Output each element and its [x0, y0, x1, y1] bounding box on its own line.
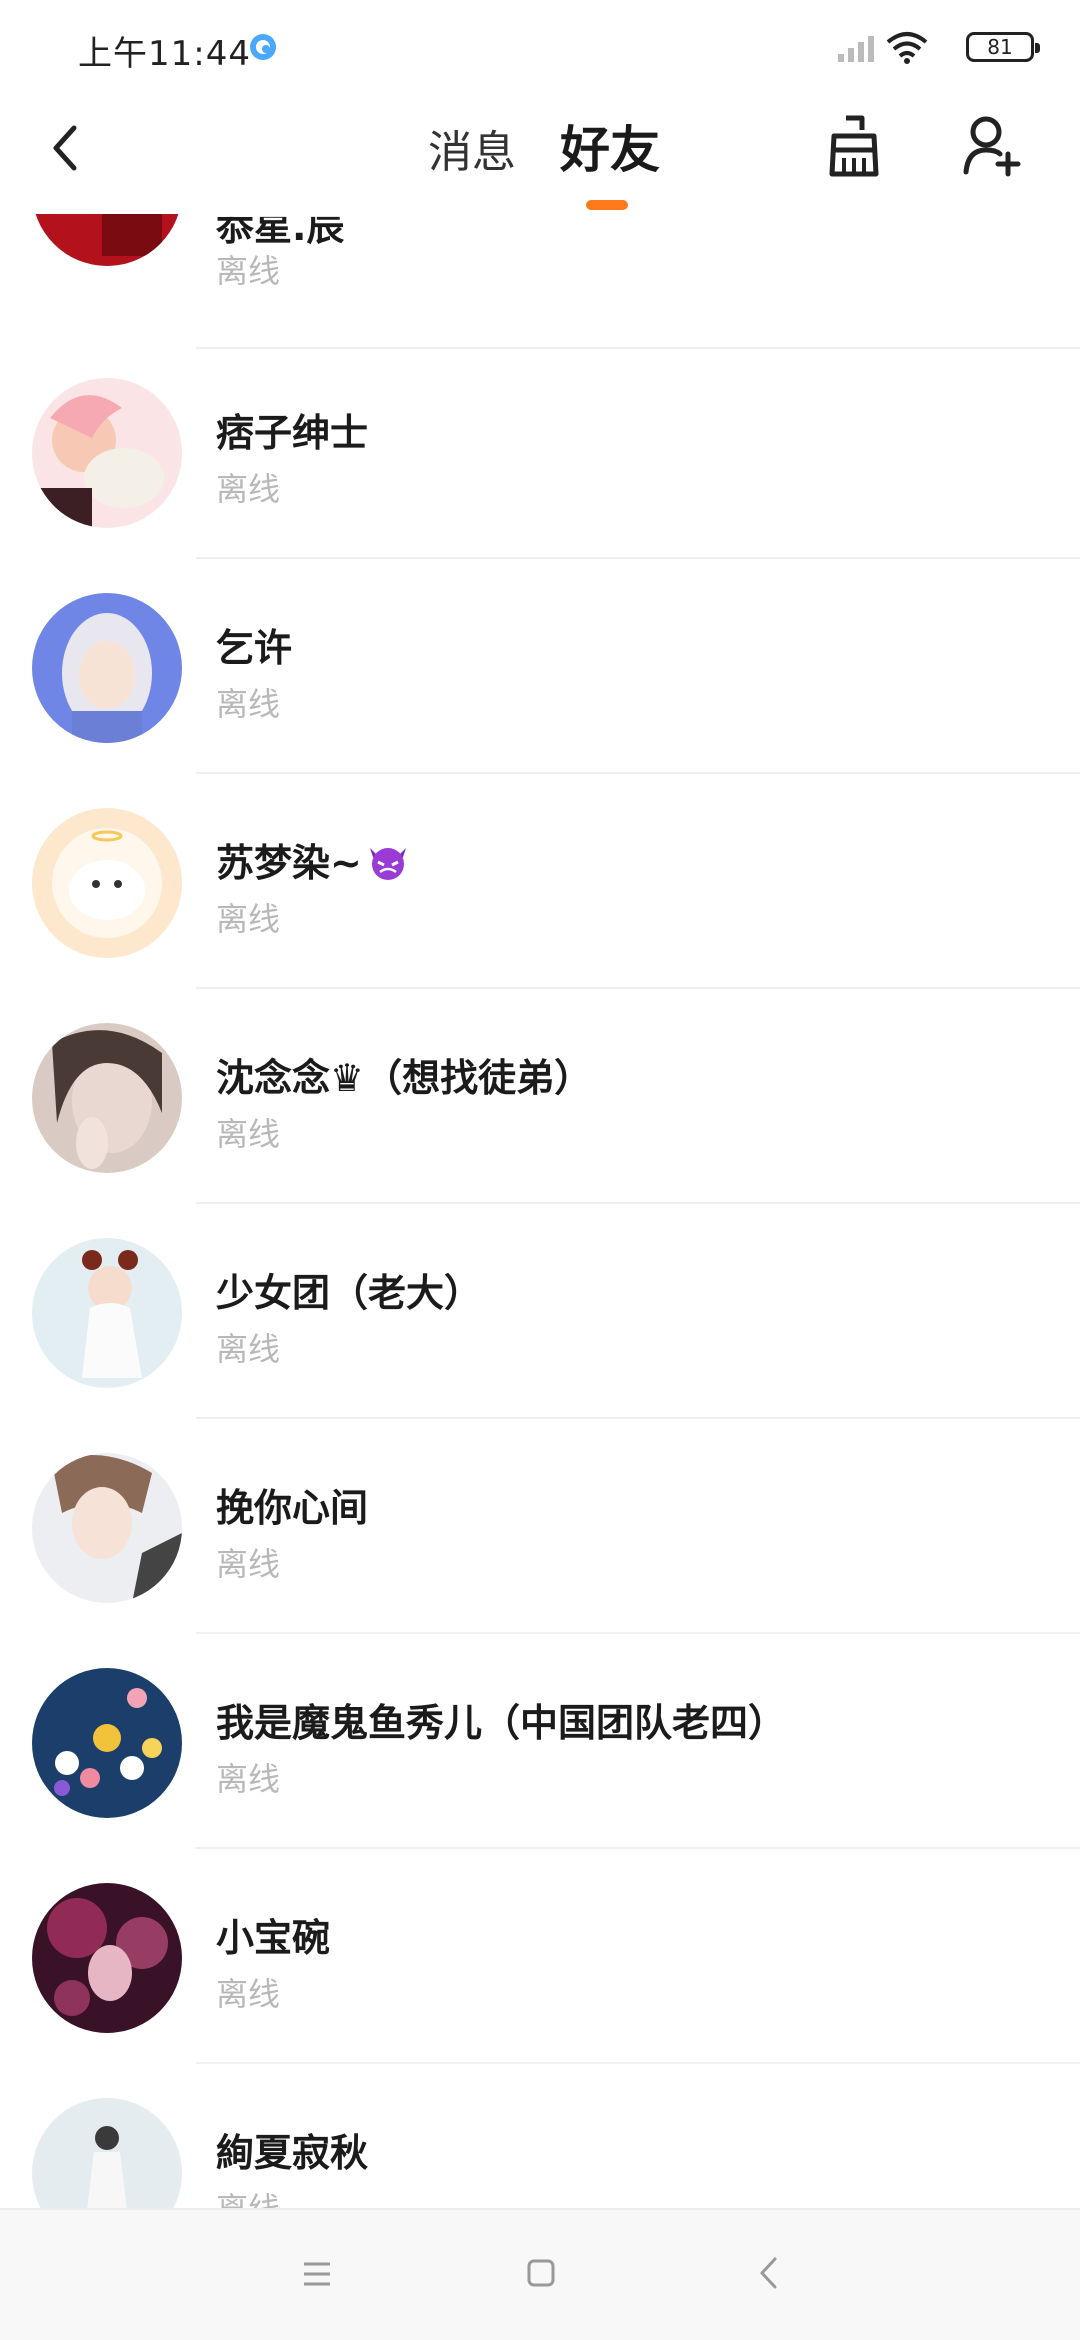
status-time: 上午11:44 [78, 34, 251, 74]
avatar [32, 1668, 182, 1818]
friend-status: 离线 [216, 1330, 281, 1368]
avatar [32, 808, 182, 958]
back-arrow-icon[interactable] [44, 118, 84, 178]
list-item[interactable]: 乞许 离线 [0, 559, 1080, 774]
home-icon[interactable] [526, 2258, 556, 2288]
friend-name: 絢夏寂秋 [216, 2131, 369, 2175]
friend-name: 少女团（老大） [216, 1271, 483, 1315]
friend-status: 离线 [216, 1115, 281, 1153]
friend-name: 乞许 [216, 626, 293, 670]
list-item[interactable]: 沈念念♛（想找徒弟） 离线 [0, 989, 1080, 1204]
friend-status: 离线 [216, 900, 281, 938]
list-item[interactable]: 小宝碗 离线 [0, 1849, 1080, 2064]
friend-name: 痞子绅士 [216, 411, 369, 455]
active-tab-indicator [586, 200, 628, 210]
devil-emoji-icon [366, 842, 410, 882]
friend-status: 离线 [216, 252, 281, 290]
avatar [32, 593, 182, 743]
nav-back-icon[interactable] [758, 2256, 778, 2290]
avatar [32, 378, 182, 528]
friend-status: 离线 [216, 1545, 281, 1583]
friend-status: 离线 [216, 1760, 281, 1798]
status-bar: 上午11:44 81 [0, 0, 1080, 96]
list-item[interactable]: 挽你心间 离线 [0, 1419, 1080, 1634]
app-notification-icon [250, 34, 276, 60]
avatar [32, 1453, 182, 1603]
friend-list: 忝星.辰 离线 痞子绅士 离线 乞许 离线 苏梦染~ 离线 沈念念♛（想找徒弟）… [0, 0, 1080, 2208]
avatar [32, 1883, 182, 2033]
tab-messages[interactable]: 消息 [428, 116, 516, 180]
friend-status: 离线 [216, 2184, 280, 2208]
wifi-icon [886, 32, 928, 64]
signal-icon [838, 36, 874, 62]
tab-friends[interactable]: 好友 [560, 110, 660, 182]
list-item[interactable]: 痞子绅士 离线 [0, 344, 1080, 559]
avatar [32, 1238, 182, 1388]
list-item[interactable]: 少女团（老大） 离线 [0, 1204, 1080, 1419]
friend-status: 离线 [216, 1975, 281, 2013]
friend-name: 挽你心间 [216, 1486, 369, 1530]
list-item[interactable]: 我是魔鬼鱼秀儿（中国团队老四） 离线 [0, 1634, 1080, 1849]
friend-name: 小宝碗 [216, 1916, 331, 1960]
add-friend-icon[interactable] [960, 114, 1024, 178]
avatar [32, 1023, 182, 1173]
friend-name-text: 苏梦染~ [216, 841, 362, 885]
friend-name: 苏梦染~ [216, 832, 410, 887]
avatar [32, 2098, 182, 2208]
list-item[interactable]: 絢夏寂秋 离线 [0, 2064, 1080, 2208]
friend-name: 我是魔鬼鱼秀儿（中国团队老四） [216, 1701, 787, 1745]
battery-icon: 81 [966, 32, 1040, 62]
friend-status: 离线 [216, 470, 281, 508]
broom-clean-icon[interactable] [824, 114, 884, 178]
system-nav-bar [0, 2208, 1080, 2340]
list-item[interactable]: 苏梦染~ 离线 [0, 774, 1080, 989]
friend-status: 离线 [216, 685, 281, 723]
header: 消息 好友 [0, 96, 1080, 214]
friend-name: 沈念念♛（想找徒弟） [216, 1056, 593, 1100]
menu-icon[interactable] [302, 2260, 332, 2288]
